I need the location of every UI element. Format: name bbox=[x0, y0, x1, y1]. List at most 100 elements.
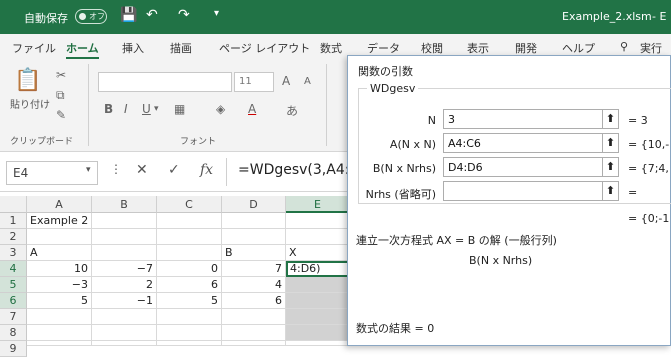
copy-icon[interactable]: ⧉ bbox=[56, 88, 65, 103]
cell-b5[interactable]: 2 bbox=[92, 277, 157, 293]
cell-e5[interactable] bbox=[286, 277, 350, 293]
shrink-font-icon[interactable]: A bbox=[304, 76, 311, 87]
row-header-8[interactable]: 8 bbox=[0, 325, 27, 341]
column-header-d[interactable]: D bbox=[222, 196, 286, 213]
row-header-6[interactable]: 6 bbox=[0, 293, 27, 309]
cell-c2[interactable] bbox=[157, 229, 222, 245]
format-painter-icon[interactable]: ✎ bbox=[56, 108, 66, 122]
cancel-icon[interactable]: ✕ bbox=[136, 162, 148, 178]
tab-insert[interactable]: 挿入 bbox=[122, 40, 144, 56]
cell-a9[interactable] bbox=[27, 341, 92, 346]
cell-d7[interactable] bbox=[222, 309, 286, 325]
column-header-c[interactable]: C bbox=[157, 196, 222, 213]
name-box[interactable]: E4 bbox=[6, 161, 98, 185]
cell-b6[interactable]: −1 bbox=[92, 293, 157, 309]
cell-a6[interactable]: 5 bbox=[27, 293, 92, 309]
row-header-1[interactable]: 1 bbox=[0, 213, 27, 229]
tab-home[interactable]: ホーム bbox=[66, 40, 99, 59]
cell-e9[interactable] bbox=[286, 341, 350, 346]
collapse-dialog-icon[interactable]: ⬆ bbox=[602, 109, 619, 129]
autosave-toggle[interactable]: オフ bbox=[75, 9, 107, 24]
cell-d2[interactable] bbox=[222, 229, 286, 245]
font-color-icon[interactable]: A bbox=[248, 102, 256, 116]
formula-input[interactable]: =WDgesv(3,A4:C bbox=[238, 162, 359, 178]
tab-help[interactable]: ヘルプ bbox=[562, 40, 595, 56]
tab-developer[interactable]: 開発 bbox=[515, 40, 537, 56]
enter-icon[interactable]: ✓ bbox=[168, 162, 180, 178]
cell-d9[interactable] bbox=[222, 341, 286, 346]
borders-icon[interactable]: ▦ bbox=[174, 102, 185, 116]
cell-b9[interactable] bbox=[92, 341, 157, 346]
paste-label[interactable]: 貼り付け bbox=[10, 96, 50, 111]
customize-toolbar-icon[interactable]: ▾ bbox=[214, 8, 219, 19]
name-box-dropdown-icon[interactable]: ▾ bbox=[86, 165, 91, 175]
cell-e4-active[interactable]: 4:D6) bbox=[286, 261, 350, 277]
row-header-9[interactable]: 9 bbox=[0, 341, 27, 357]
column-header-b[interactable]: B bbox=[92, 196, 157, 213]
grow-font-icon[interactable]: A bbox=[282, 74, 290, 88]
cell-e8[interactable] bbox=[286, 325, 350, 341]
cell-d5[interactable]: 4 bbox=[222, 277, 286, 293]
bold-button[interactable]: B bbox=[104, 102, 113, 116]
cell-b8[interactable] bbox=[92, 325, 157, 341]
cell-a7[interactable] bbox=[27, 309, 92, 325]
cell-d8[interactable] bbox=[222, 325, 286, 341]
cut-icon[interactable]: ✂ bbox=[56, 68, 66, 82]
collapse-dialog-icon[interactable]: ⬆ bbox=[602, 133, 619, 153]
cell-c9[interactable] bbox=[157, 341, 222, 346]
underline-button[interactable]: U bbox=[142, 102, 151, 116]
tab-data[interactable]: データ bbox=[367, 40, 400, 56]
row-header-3[interactable]: 3 bbox=[0, 245, 27, 261]
phonetic-icon[interactable]: あ bbox=[286, 102, 298, 119]
fill-color-icon[interactable]: ◈ bbox=[216, 102, 225, 116]
column-header-e[interactable]: E bbox=[286, 196, 350, 213]
redo-icon[interactable]: ↷ bbox=[178, 7, 190, 23]
cell-c7[interactable] bbox=[157, 309, 222, 325]
undo-icon[interactable]: ↶ bbox=[146, 7, 158, 23]
collapse-dialog-icon[interactable]: ⬆ bbox=[602, 157, 619, 177]
cell-b4[interactable]: −7 bbox=[92, 261, 157, 277]
arg-input-nrhs[interactable] bbox=[443, 181, 603, 201]
cell-d6[interactable]: 6 bbox=[222, 293, 286, 309]
cell-b7[interactable] bbox=[92, 309, 157, 325]
cell-c5[interactable]: 6 bbox=[157, 277, 222, 293]
arg-input-b[interactable]: D4:D6 bbox=[443, 157, 603, 177]
select-all-corner[interactable] bbox=[0, 196, 27, 213]
collapse-dialog-icon[interactable]: ⬆ bbox=[602, 181, 619, 201]
cell-b1[interactable] bbox=[92, 213, 157, 229]
cell-a2[interactable] bbox=[27, 229, 92, 245]
cell-e7[interactable] bbox=[286, 309, 350, 325]
cell-c1[interactable] bbox=[157, 213, 222, 229]
cell-d3[interactable]: B bbox=[222, 245, 286, 261]
tab-formulas[interactable]: 数式 bbox=[320, 40, 342, 56]
tab-review[interactable]: 校閲 bbox=[421, 40, 443, 56]
tab-view[interactable]: 表示 bbox=[467, 40, 489, 56]
cell-a4[interactable]: 10 bbox=[27, 261, 92, 277]
paste-icon[interactable]: 📋 bbox=[14, 68, 41, 93]
cell-c6[interactable]: 5 bbox=[157, 293, 222, 309]
tab-page-layout[interactable]: ページ レイアウト bbox=[219, 40, 310, 56]
cell-c4[interactable]: 0 bbox=[157, 261, 222, 277]
cell-e2[interactable] bbox=[286, 229, 350, 245]
cell-e1[interactable] bbox=[286, 213, 350, 229]
font-size-box[interactable]: 11 bbox=[234, 72, 274, 92]
cell-c3[interactable] bbox=[157, 245, 222, 261]
row-header-5[interactable]: 5 bbox=[0, 277, 27, 293]
cell-c8[interactable] bbox=[157, 325, 222, 341]
cell-a5[interactable]: −3 bbox=[27, 277, 92, 293]
tab-draw[interactable]: 描画 bbox=[170, 40, 192, 56]
cell-a1[interactable]: Example 2 bbox=[27, 213, 92, 229]
cell-a3[interactable]: A bbox=[27, 245, 92, 261]
cell-a8[interactable] bbox=[27, 325, 92, 341]
row-header-2[interactable]: 2 bbox=[0, 229, 27, 245]
cell-b3[interactable] bbox=[92, 245, 157, 261]
arg-input-n[interactable]: 3 bbox=[443, 109, 603, 129]
row-header-4[interactable]: 4 bbox=[0, 261, 27, 277]
row-header-7[interactable]: 7 bbox=[0, 309, 27, 325]
cell-e3[interactable]: X bbox=[286, 245, 350, 261]
column-header-a[interactable]: A bbox=[27, 196, 92, 213]
search-icon[interactable]: ⚲ bbox=[620, 40, 628, 53]
save-icon[interactable]: 💾 bbox=[120, 7, 137, 23]
arg-input-a[interactable]: A4:C6 bbox=[443, 133, 603, 153]
cell-d1[interactable] bbox=[222, 213, 286, 229]
